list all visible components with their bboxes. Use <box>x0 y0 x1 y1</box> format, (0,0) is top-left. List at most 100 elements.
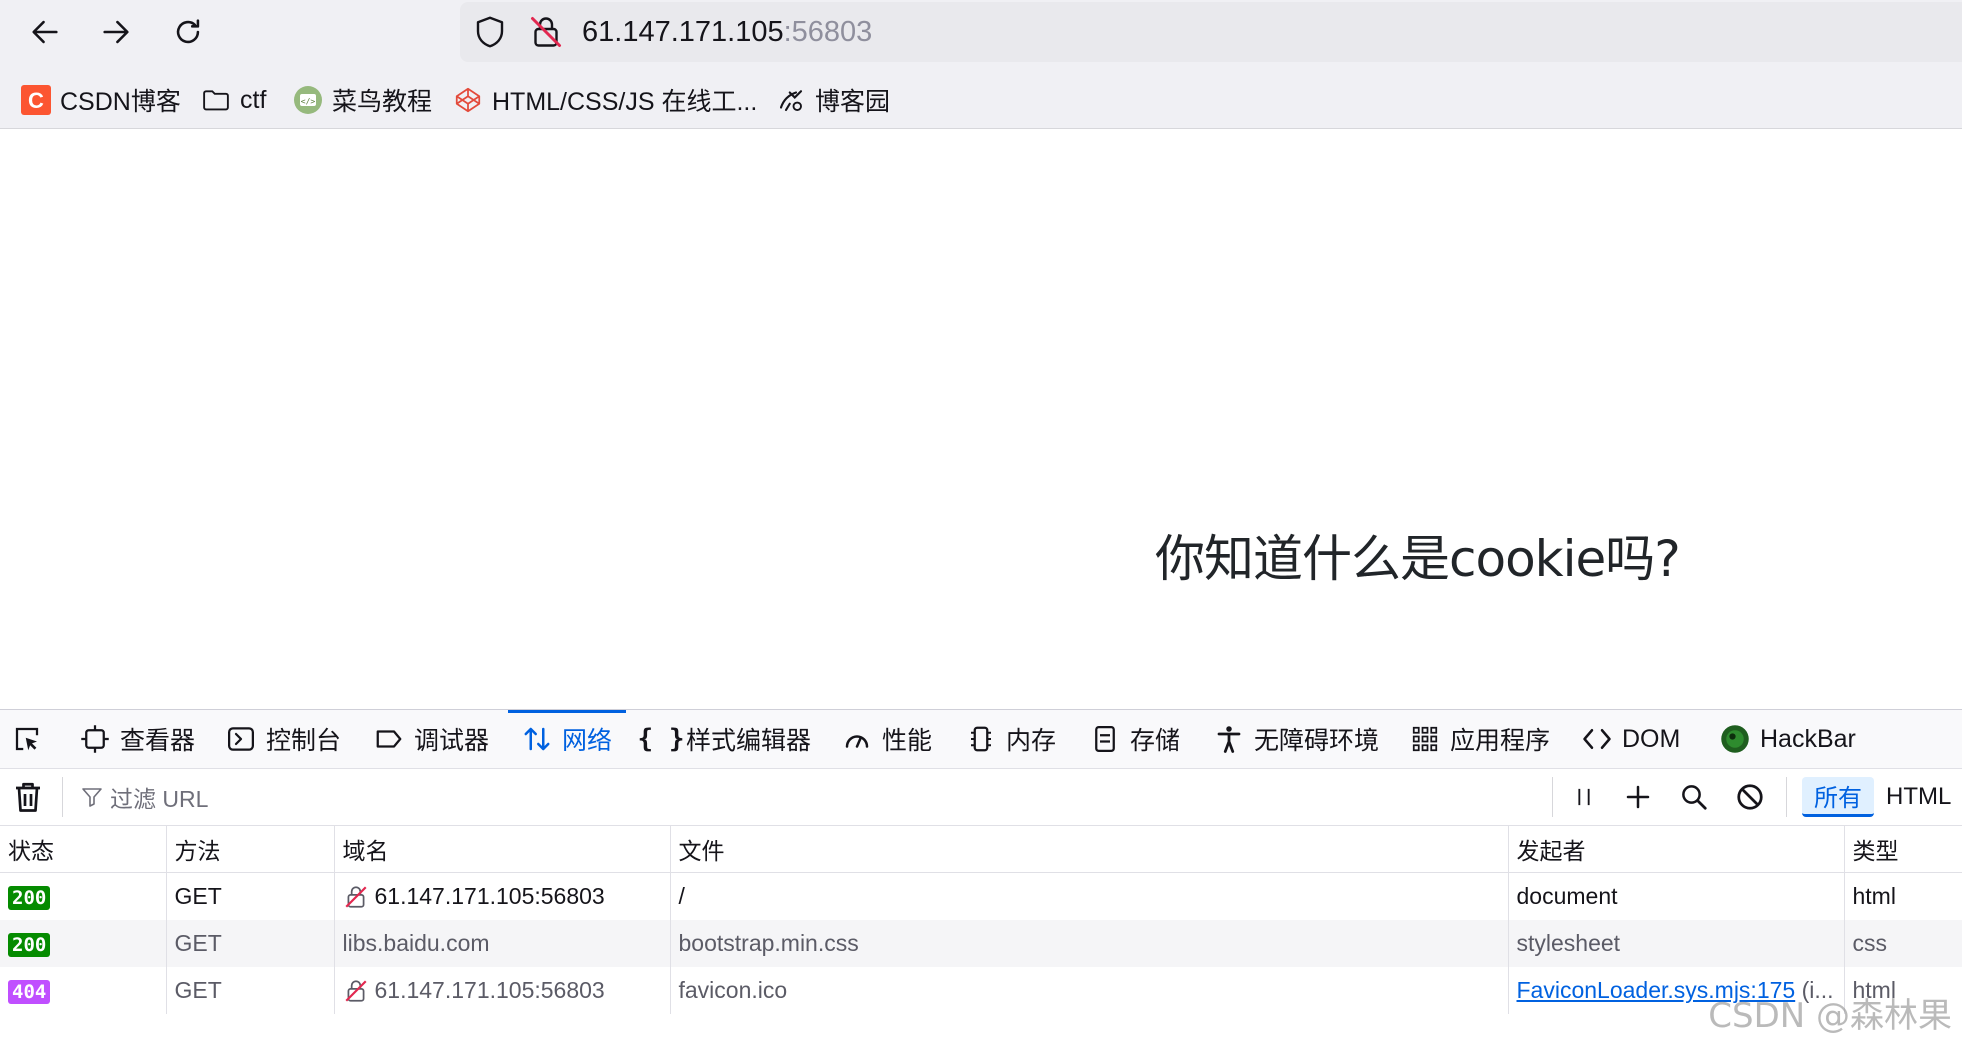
bookmark-cnblogs[interactable]: 博客园 <box>775 78 890 122</box>
status-badge: 200 <box>8 933 51 957</box>
tab-inspector[interactable]: 查看器 <box>80 710 195 768</box>
network-icon <box>522 724 552 754</box>
network-toolbar: 过滤 URL 所有 HTML <box>0 769 1962 826</box>
column-header-initiator[interactable]: 发起者 <box>1508 826 1845 873</box>
bookmark-label: HTML/CSS/JS 在线工... <box>492 88 758 116</box>
table-row[interactable]: 404 GET 61.147.171.105:56803 favicon.ico… <box>0 967 1962 1014</box>
accessibility-icon <box>1214 724 1244 754</box>
table-row[interactable]: 200 GET libs.baidu.com bootstrap.min.css… <box>0 920 1962 967</box>
add-request-button[interactable] <box>1620 779 1656 815</box>
performance-icon <box>842 724 872 754</box>
reload-button[interactable] <box>164 8 212 56</box>
pause-icon <box>1578 788 1590 806</box>
status-cell: 200 <box>0 920 167 967</box>
search-button[interactable] <box>1676 779 1712 815</box>
domain-text: 61.147.171.105:56803 <box>374 882 605 909</box>
tab-label: 应用程序 <box>1450 727 1551 755</box>
bookmark-label: 博客园 <box>815 88 891 116</box>
domain-cell: libs.baidu.com <box>334 920 671 967</box>
folder-icon <box>200 84 232 116</box>
block-icon <box>1737 784 1763 810</box>
table-row[interactable]: 200 GET 61.147.171.105:56803 / document … <box>0 872 1962 920</box>
column-header-method[interactable]: 方法 <box>166 826 335 873</box>
bookmark-label: CSDN博客 <box>60 88 181 116</box>
column-header-status[interactable]: 状态 <box>0 826 167 873</box>
browser-toolbar: 61.147.171.105:56803 C CSDN博客 ctf </> 菜鸟… <box>0 0 1962 129</box>
file-cell: / <box>670 872 1509 920</box>
tab-hackbar[interactable]: HackBar <box>1720 710 1856 768</box>
insecure-lock-icon[interactable] <box>528 14 564 50</box>
toolbar-divider <box>62 777 63 817</box>
bookmarks-toolbar: C CSDN博客 ctf </> 菜鸟教程 HTML/CSS/JS 在线工...… <box>0 78 1962 122</box>
csdn-logo-icon: C <box>20 84 52 116</box>
arrow-left-icon <box>32 20 58 44</box>
insecure-lock-icon <box>344 980 367 1003</box>
tab-label: DOM <box>1622 724 1681 753</box>
cnblogs-logo-icon <box>775 84 807 116</box>
bookmark-csdn[interactable]: C CSDN博客 <box>20 78 181 122</box>
pause-button[interactable] <box>1566 779 1602 815</box>
status-cell: 404 <box>0 967 167 1014</box>
page-content: 你知道什么是cookie吗? <box>0 129 1962 709</box>
back-button[interactable] <box>21 8 69 56</box>
tab-network[interactable]: 网络 <box>507 710 627 768</box>
domain-cell: 61.147.171.105:56803 <box>334 967 671 1014</box>
domain-cell: 61.147.171.105:56803 <box>334 872 671 920</box>
devtools-tabbar: 查看器 控制台 调试器 网络 { } 样式编辑器 性能 内存 存储 无障碍环境 … <box>0 710 1962 769</box>
filter-icon <box>82 788 102 807</box>
devtools-panel: 查看器 控制台 调试器 网络 { } 样式编辑器 性能 内存 存储 无障碍环境 … <box>0 709 1962 1045</box>
method-cell: GET <box>166 872 335 920</box>
page-headline: 你知道什么是cookie吗? <box>1155 530 1681 588</box>
url-port: :56803 <box>783 16 873 48</box>
column-header-domain[interactable]: 域名 <box>334 826 671 873</box>
url-host: 61.147.171.105 <box>582 16 784 48</box>
tab-console[interactable]: 控制台 <box>226 710 341 768</box>
file-cell: bootstrap.min.css <box>670 920 1509 967</box>
tracking-protection-shield-icon[interactable] <box>472 14 508 50</box>
tab-style-editor[interactable]: { } 样式编辑器 <box>638 710 812 768</box>
status-badge: 200 <box>8 886 51 910</box>
tab-memory[interactable]: 内存 <box>966 710 1056 768</box>
column-header-type[interactable]: 类型 <box>1844 826 1962 873</box>
type-filter-all[interactable]: 所有 <box>1802 777 1874 817</box>
url-text[interactable]: 61.147.171.105:56803 <box>582 14 872 50</box>
forward-button[interactable] <box>92 8 140 56</box>
tab-dom[interactable]: DOM <box>1582 710 1680 768</box>
codepen-logo-icon <box>452 84 484 116</box>
arrow-right-icon <box>103 20 129 44</box>
status-badge: 404 <box>8 980 51 1004</box>
svg-text:C: C <box>28 88 44 113</box>
tab-application[interactable]: 应用程序 <box>1410 710 1550 768</box>
bookmark-label: ctf <box>240 85 267 114</box>
method-cell: GET <box>166 967 335 1014</box>
runoob-logo-icon: </> <box>292 84 324 116</box>
bookmark-ctf-folder[interactable]: ctf <box>200 78 266 122</box>
method-cell: GET <box>166 920 335 967</box>
tab-label: 性能 <box>882 727 933 755</box>
tab-element-picker[interactable] <box>12 710 52 768</box>
network-request-table: 状态 方法 域名 文件 发起者 类型 200 GET 61.147.171.10… <box>0 826 1962 1014</box>
trash-icon[interactable] <box>10 779 46 815</box>
toolbar-divider <box>1786 777 1787 817</box>
tab-label: 查看器 <box>120 727 196 755</box>
column-header-file[interactable]: 文件 <box>670 826 1509 873</box>
tab-performance[interactable]: 性能 <box>842 710 932 768</box>
svg-text:</>: </> <box>301 97 316 106</box>
status-cell: 200 <box>0 872 167 920</box>
bookmark-codepen[interactable]: HTML/CSS/JS 在线工... <box>452 78 757 122</box>
filter-url-input[interactable]: 过滤 URL <box>80 779 208 815</box>
type-filter-html[interactable]: HTML <box>1874 777 1962 817</box>
initiator-cell: stylesheet <box>1508 920 1845 967</box>
url-bar[interactable]: 61.147.171.105:56803 <box>460 2 1962 62</box>
insecure-lock-icon <box>344 886 367 909</box>
tab-accessibility[interactable]: 无障碍环境 <box>1214 710 1379 768</box>
tab-label: HackBar <box>1760 724 1856 753</box>
dom-icon <box>1582 724 1612 754</box>
tab-storage[interactable]: 存储 <box>1090 710 1180 768</box>
storage-icon <box>1090 724 1120 754</box>
toolbar-divider <box>1552 777 1553 817</box>
bookmark-runoob[interactable]: </> 菜鸟教程 <box>292 78 432 122</box>
tab-debugger[interactable]: 调试器 <box>374 710 489 768</box>
tab-label: 无障碍环境 <box>1254 727 1380 755</box>
block-requests-button[interactable] <box>1732 779 1768 815</box>
